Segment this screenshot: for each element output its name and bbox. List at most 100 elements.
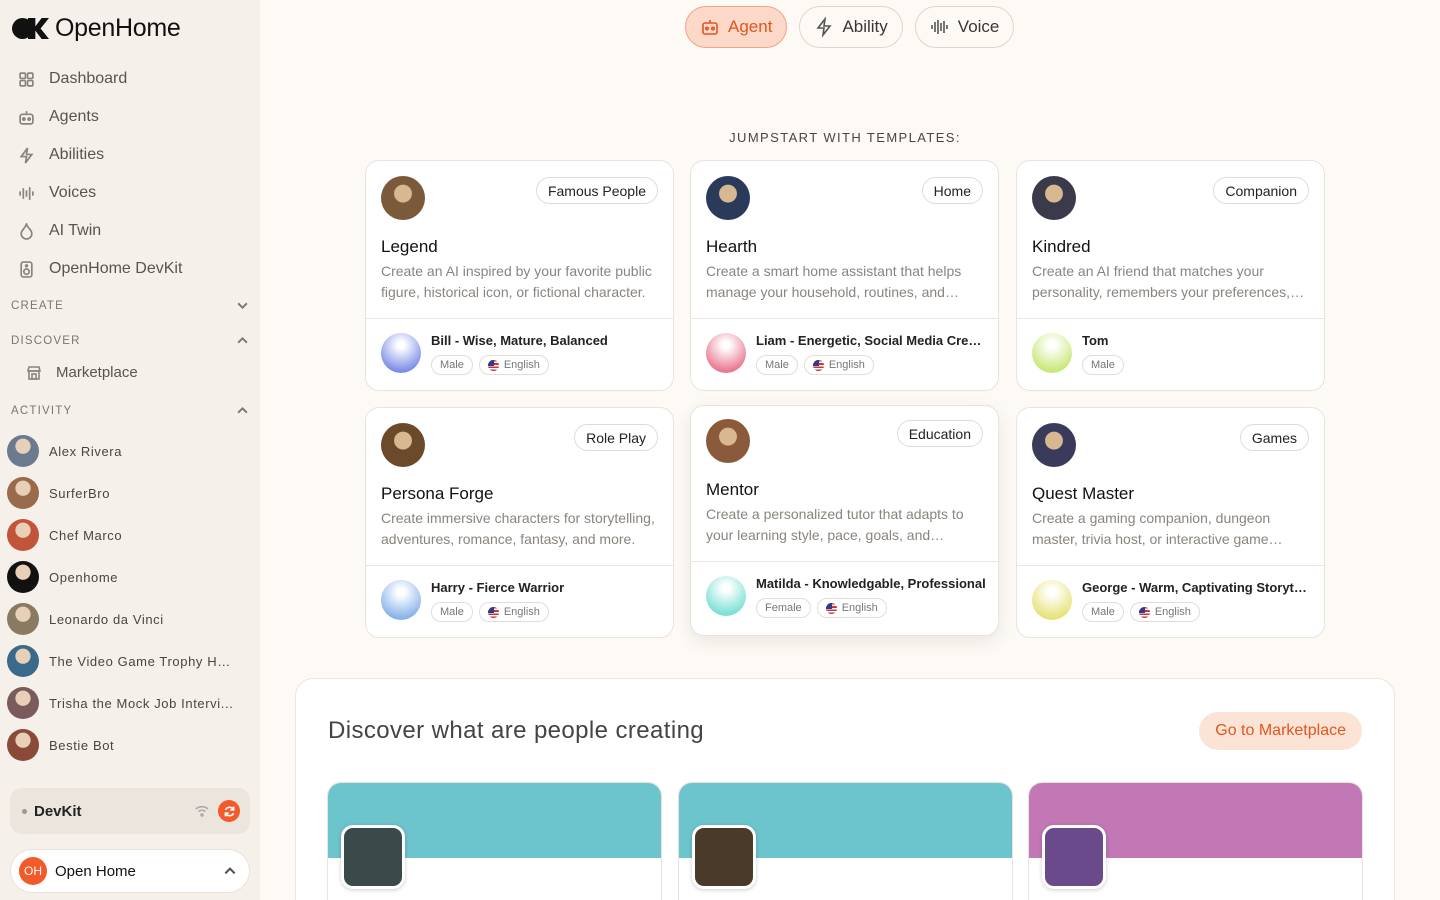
status-dot [22,808,27,814]
template-card[interactable]: Famous People Legend Create an AI inspired… [365,160,674,391]
sync-icon [224,805,234,817]
language-label: English [1154,606,1191,618]
us-flag-icon [825,602,837,614]
account-menu[interactable]: OH Open Home [10,849,250,893]
activity-item[interactable]: Alex Rivera [7,430,247,472]
robot-icon [702,20,718,35]
template-card[interactable]: Companion Kindred Create an AI friend that… [1016,160,1325,391]
language-chip: English [478,602,549,622]
voice-chips: Female English [756,598,887,618]
nav-label: Dashboard [49,70,128,87]
toggle-voice[interactable]: Voice [914,6,1015,48]
voice-chips: Male English [756,355,874,375]
voice-name: Liam - Energetic, Social Media Creator [756,333,986,348]
divider [366,565,673,566]
discover-title: Discover what are people creating [328,717,705,744]
card-image [341,825,405,889]
divider [691,561,998,562]
voice-name: Matilda - Knowledgable, Professional [756,576,986,591]
card-image [1042,825,1106,889]
nav-label: Agents [49,108,99,125]
voice-icon [706,333,746,373]
nav-label: OpenHome DevKit [49,260,183,277]
nav-label: Voices [49,184,97,201]
activity-label: Chef Marco [49,527,123,543]
language-chip: English [1129,602,1200,622]
activity-item[interactable]: The Video Game Trophy Hu... [7,640,247,682]
template-avatar [706,419,750,463]
template-card[interactable]: Home Hearth Create a smart home assistant … [690,160,999,391]
discover-card[interactable] [327,782,662,900]
avatar [7,561,39,593]
template-description: Create an AI friend that matches your pe… [1032,263,1291,300]
activity-item[interactable]: Leonardo da Vinci [7,598,247,640]
template-description: Create an AI inspired by your favorite p… [381,263,652,300]
toggle-agent[interactable]: Agent [685,6,788,48]
divider [691,318,998,319]
language-chip: English [803,355,874,375]
discover-card[interactable] [678,782,1013,900]
language-label: English [503,606,540,618]
voice-chips: Male English [431,355,549,375]
section-create-toggle[interactable]: CREATE [11,299,249,312]
divider [1017,565,1324,566]
template-card[interactable]: Games Quest Master Create a gaming compani… [1016,407,1325,638]
template-description: Create a personalized tutor that adapts … [706,506,964,543]
activity-item[interactable]: Chef Marco [7,514,247,556]
nav-label: Abilities [49,146,105,163]
sync-button[interactable] [218,800,240,822]
template-card[interactable]: Education Mentor Create a personalized tut… [690,405,999,636]
activity-item[interactable]: Trisha the Mock Job Intervi... [7,682,247,724]
template-card[interactable]: Role Play Persona Forge Create immersive c… [365,407,674,638]
main-nav: Dashboard Agents Abilities Voices AI Twi… [0,60,260,288]
section-discover-toggle[interactable]: DISCOVER [11,334,249,347]
activity-label: The Video Game Trophy Hu... [49,653,234,669]
voice-icon [1032,333,1072,373]
activity-label: Trisha the Mock Job Intervi... [49,695,234,711]
avatar [7,729,39,761]
section-discover-label: DISCOVER [11,334,81,347]
account-name: Open Home [55,862,136,880]
activity-item[interactable]: Openhome [7,556,247,598]
activity-item[interactable]: SurferBro [7,472,247,514]
openhome-logo-icon [12,18,49,39]
activity-label: Alex Rivera [49,443,123,459]
template-description: Create a gaming companion, dungeon maste… [1032,510,1271,547]
toggle-ability[interactable]: Ability [799,6,903,48]
go-to-marketplace-button[interactable]: Go to Marketplace [1199,712,1362,750]
gender-chip: Male [431,355,473,375]
sidebar-item-marketplace[interactable]: Marketplace [26,364,138,381]
template-avatar [1032,423,1076,467]
section-create-label: CREATE [11,299,64,312]
devkit-status[interactable]: DevKit [10,788,250,834]
category-tag: Education [896,420,983,447]
nav-item-devkit[interactable]: OpenHome DevKit [0,250,260,288]
category-tag: Role Play [574,424,658,451]
section-activity-label: ACTIVITY [11,404,73,417]
avatar [7,435,39,467]
store-icon [26,365,42,380]
nav-item-dashboard[interactable]: Dashboard [0,60,260,98]
voice-icon [381,580,421,620]
language-chip: English [816,598,887,618]
discover-card[interactable] [1028,782,1363,900]
waveform-icon [19,186,34,200]
chevron-up-icon [224,867,236,875]
gender-chip: Male [431,602,473,622]
template-title: Persona Forge [381,484,494,503]
category-tag: Famous People [535,177,658,204]
us-flag-icon [812,359,824,371]
lightning-icon [816,17,833,37]
gender-chip: Female [756,598,811,618]
voice-icon [1032,580,1072,620]
waveform-icon [930,20,948,34]
activity-list: Alex Rivera SurferBro Chef Marco Openhome Le… [7,430,247,766]
brand-logo[interactable]: OpenHome [12,14,181,43]
gender-chip: Male [756,355,798,375]
language-label: English [828,359,865,371]
section-activity-toggle[interactable]: ACTIVITY [11,404,249,417]
nav-item-ai-twin[interactable]: AI Twin [0,212,260,250]
category-tag: Home [921,177,983,204]
activity-item[interactable]: Bestie Bot [7,724,247,766]
nav-item-voices[interactable]: Voices [0,174,260,212]
